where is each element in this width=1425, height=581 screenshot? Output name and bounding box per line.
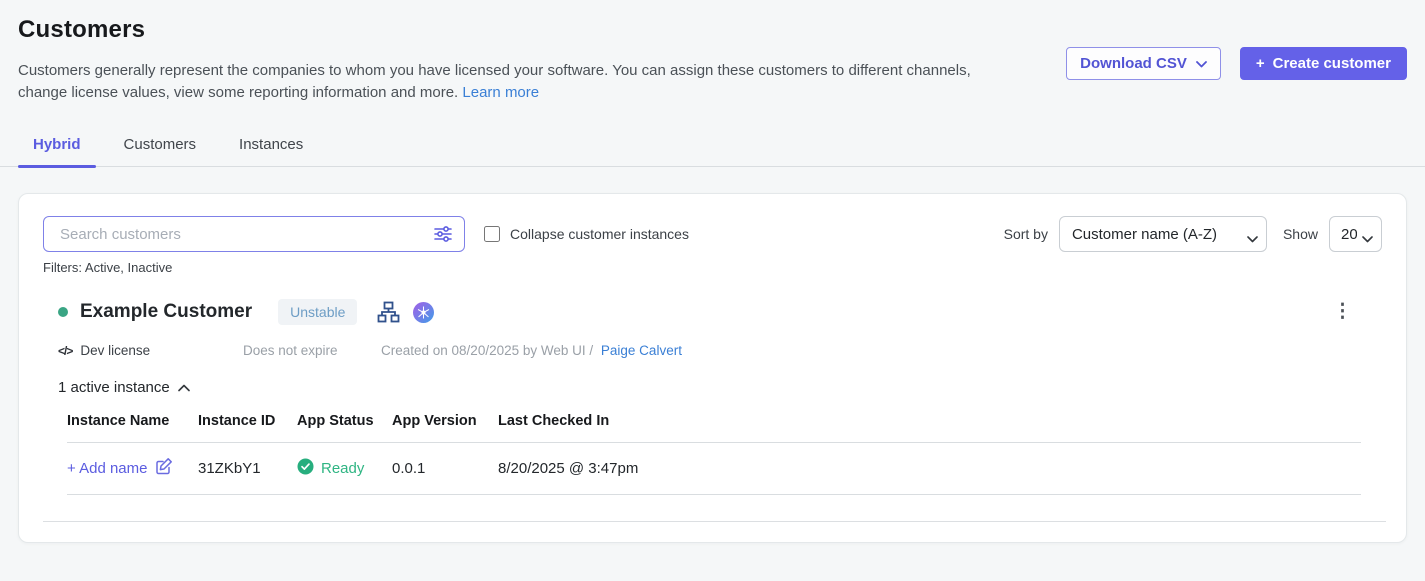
page-description: Customers generally represent the compan… xyxy=(18,60,993,104)
show-select-wrap: 20 xyxy=(1329,216,1382,252)
add-name-button[interactable]: + Add name xyxy=(67,457,173,479)
instances-table-header: Instance Name Instance ID App Status App… xyxy=(67,413,1361,443)
created-by-link[interactable]: Paige Calvert xyxy=(601,343,682,358)
chevron-up-icon xyxy=(178,379,190,396)
show-label: Show xyxy=(1283,226,1318,242)
chevron-down-icon xyxy=(1196,55,1207,72)
instances-summary-toggle[interactable]: 1 active instance xyxy=(58,379,1382,396)
column-instance-id: Instance ID xyxy=(198,413,297,429)
customers-panel: Collapse customer instances Sort by Cust… xyxy=(18,193,1407,543)
active-filters-text: Filters: Active, Inactive xyxy=(43,260,1382,275)
search-input[interactable] xyxy=(43,216,465,252)
collapse-instances-group: Collapse customer instances xyxy=(484,226,689,242)
instance-row: + Add name 31ZKbY1 xyxy=(67,443,1361,495)
instance-id-cell: 31ZKbY1 xyxy=(198,460,297,477)
license-created: Created on 08/20/2025 by Web UI / Paige … xyxy=(381,343,682,358)
create-customer-label: Create customer xyxy=(1273,55,1391,72)
edit-icon[interactable] xyxy=(155,457,173,479)
channel-badge: Unstable xyxy=(278,299,357,325)
column-instance-name: Instance Name xyxy=(67,413,198,429)
column-last-checked-in: Last Checked In xyxy=(498,413,1361,429)
tab-customers[interactable]: Customers xyxy=(109,136,212,166)
header-actions: Download CSV + Create customer xyxy=(1066,47,1407,80)
customer-header-row: Example Customer Unstable xyxy=(58,299,1382,325)
download-csv-label: Download CSV xyxy=(1080,55,1187,72)
add-name-label: + Add name xyxy=(67,460,147,477)
toolbar-right: Sort by Customer name (A-Z) Show 20 xyxy=(1004,216,1382,252)
customer-name[interactable]: Example Customer xyxy=(80,301,252,323)
instance-name-cell: + Add name xyxy=(67,457,198,479)
app-version-cell: 0.0.1 xyxy=(392,460,498,477)
sitemap-icon[interactable] xyxy=(377,301,400,323)
tab-bar: Hybrid Customers Instances xyxy=(0,136,1425,167)
sort-by-label: Sort by xyxy=(1004,226,1048,242)
code-icon: </> xyxy=(58,344,72,358)
customer-kebab-menu[interactable]: ⋮ xyxy=(1333,305,1352,319)
download-csv-button[interactable]: Download CSV xyxy=(1066,47,1221,80)
status-ready-label: Ready xyxy=(321,460,364,477)
created-text: Created on 08/20/2025 by Web UI / xyxy=(381,343,593,358)
instances-table: Instance Name Instance ID App Status App… xyxy=(67,413,1361,495)
page-title: Customers xyxy=(18,16,1407,44)
plus-icon: + xyxy=(1256,55,1265,72)
customers-toolbar: Collapse customer instances Sort by Cust… xyxy=(43,216,1382,252)
collapse-instances-checkbox[interactable] xyxy=(484,226,500,242)
tab-hybrid[interactable]: Hybrid xyxy=(18,136,96,166)
tab-instances[interactable]: Instances xyxy=(224,136,318,166)
status-ready: Ready xyxy=(297,458,364,479)
customer-status-dot xyxy=(58,307,68,317)
column-app-version: App Version xyxy=(392,413,498,429)
kubernetes-icon[interactable] xyxy=(413,302,434,323)
customer-block: Example Customer Unstable xyxy=(58,299,1382,495)
learn-more-link[interactable]: Learn more xyxy=(462,84,539,101)
license-type-label: Dev license xyxy=(80,343,150,358)
show-select[interactable]: 20 xyxy=(1329,216,1382,252)
license-row: </> Dev license Does not expire Created … xyxy=(58,343,1382,358)
page-header: Customers Customers generally represent … xyxy=(0,0,1425,104)
license-type: </> Dev license xyxy=(58,343,243,358)
collapse-instances-label[interactable]: Collapse customer instances xyxy=(510,226,689,242)
filter-sliders-icon[interactable] xyxy=(433,225,453,248)
column-app-status: App Status xyxy=(297,413,392,429)
last-checked-in-cell: 8/20/2025 @ 3:47pm xyxy=(498,460,1361,477)
check-circle-icon xyxy=(297,458,314,479)
sort-select-wrap: Customer name (A-Z) xyxy=(1059,216,1267,252)
license-expiration: Does not expire xyxy=(243,343,381,358)
app-status-cell: Ready xyxy=(297,458,392,479)
search-wrap xyxy=(43,216,465,252)
instances-summary-label: 1 active instance xyxy=(58,379,170,396)
customer-block-divider xyxy=(43,521,1386,522)
sort-select[interactable]: Customer name (A-Z) xyxy=(1059,216,1267,252)
create-customer-button[interactable]: + Create customer xyxy=(1240,47,1407,80)
